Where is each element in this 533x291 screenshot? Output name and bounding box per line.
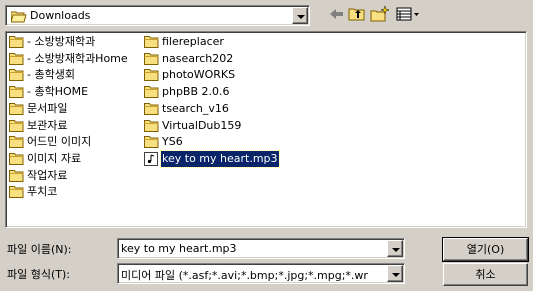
folder-icon: [144, 119, 159, 137]
item-label: 작업자료: [27, 168, 68, 182]
filename-input[interactable]: key to my heart.mp3: [121, 242, 384, 255]
filename-label: 파일 이름(N):: [7, 243, 72, 256]
folder-icon: [144, 52, 159, 70]
filetype-combo[interactable]: 미디어 파일 (*.asf;*.avi;*.bmp;*.jpg;*.mpg;*.…: [117, 263, 405, 284]
item-label: filereplacer: [162, 35, 224, 48]
new-folder-icon[interactable]: [370, 5, 390, 24]
item-label: photoWORKS: [162, 68, 236, 82]
up-folder-icon[interactable]: [348, 6, 368, 24]
folder-icon: [9, 68, 24, 86]
item-label: phpBB 2.0.6: [162, 85, 230, 99]
item-label: nasearch202: [162, 51, 234, 65]
folder-icon: [144, 135, 159, 153]
item-label: YS6: [162, 135, 183, 149]
folder-icon: [144, 68, 159, 86]
folder-icon: [9, 35, 24, 53]
item-label: 보관자료: [27, 118, 68, 132]
audio-file-icon: [144, 151, 158, 171]
open-button[interactable]: 열기(O): [442, 237, 529, 262]
item-label: 이미지 자료: [27, 151, 82, 165]
item-label: - 소방방재학과Home: [27, 51, 128, 65]
folder-icon: [9, 102, 24, 120]
look-in-value: Downloads: [30, 9, 91, 22]
look-in-dropdown-button[interactable]: [292, 7, 308, 24]
filetype-value: 미디어 파일 (*.asf;*.avi;*.bmp;*.jpg;*.mpg;*.…: [121, 269, 368, 282]
item-label: tsearch_v16: [162, 101, 229, 115]
folder-open-icon: [10, 10, 27, 26]
folder-icon: [144, 85, 159, 103]
look-in-combo[interactable]: Downloads: [5, 5, 310, 26]
folder-icon: [9, 119, 24, 137]
file-list[interactable]: - 소방방재학과 - 소방방재학과Home - 총학생회 - 총학HOME 문서파일보관…: [5, 31, 527, 228]
folder-icon: [9, 152, 24, 170]
filetype-dropdown-button[interactable]: [387, 265, 403, 282]
filename-dropdown-button[interactable]: [387, 240, 403, 257]
folder-icon: [144, 102, 159, 120]
filename-combo[interactable]: key to my heart.mp3: [117, 238, 405, 259]
item-label: VirtualDub159: [162, 118, 242, 132]
item-label: key to my heart.mp3: [160, 149, 280, 168]
filetype-label: 파일 형식(T):: [7, 268, 70, 281]
item-label: 문서파일: [27, 101, 68, 115]
item-label: - 총학HOME: [27, 85, 89, 99]
item-label: - 소방방재학과: [27, 35, 96, 48]
folder-icon: [9, 169, 24, 187]
folder-icon: [9, 85, 24, 103]
item-label: 푸치코: [27, 185, 58, 199]
view-menu-icon[interactable]: [396, 6, 419, 24]
folder-icon: [9, 185, 24, 203]
folder-icon: [9, 52, 24, 70]
item-label: - 총학생회: [27, 68, 75, 82]
cancel-button[interactable]: 취소: [443, 263, 528, 286]
item-label: 어드민 이미지: [27, 135, 92, 149]
folder-icon: [144, 35, 159, 53]
folder-icon: [9, 135, 24, 153]
back-arrow-icon[interactable]: [327, 6, 347, 24]
